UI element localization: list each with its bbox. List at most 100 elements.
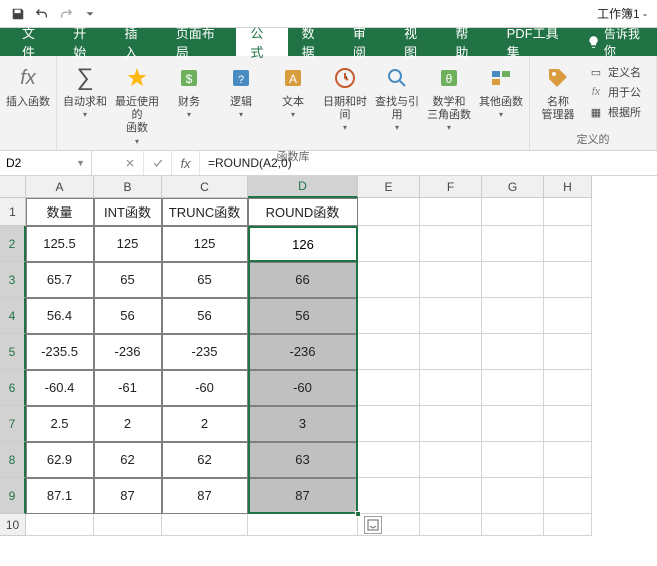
formula-input[interactable]: =ROUND(A2,0)	[200, 151, 657, 175]
cell-F10[interactable]	[420, 514, 482, 536]
row-header-6[interactable]: 6	[0, 370, 26, 406]
tab-5[interactable]: 数据	[288, 28, 339, 56]
redo-icon[interactable]	[54, 2, 78, 26]
cell-D9[interactable]: 87	[248, 478, 358, 514]
column-header-A[interactable]: A	[26, 176, 94, 198]
cell-C5[interactable]: -235	[162, 334, 248, 370]
name-manager-button[interactable]: 名称 管理器	[532, 60, 584, 122]
cell-E8[interactable]	[358, 442, 420, 478]
tab-2[interactable]: 插入	[111, 28, 162, 56]
cell-B10[interactable]	[94, 514, 162, 536]
more-functions-button[interactable]: 其他函数▾	[475, 60, 527, 119]
cell-H8[interactable]	[544, 442, 592, 478]
cell-G3[interactable]	[482, 262, 544, 298]
cell-E9[interactable]	[358, 478, 420, 514]
cell-H5[interactable]	[544, 334, 592, 370]
datetime-button[interactable]: 日期和时间▾	[319, 60, 371, 132]
text-function-button[interactable]: A 文本▾	[267, 60, 319, 119]
row-header-5[interactable]: 5	[0, 334, 26, 370]
column-header-B[interactable]: B	[94, 176, 162, 198]
cell-D6[interactable]: -60	[248, 370, 358, 406]
tab-9[interactable]: PDF工具集	[493, 28, 579, 56]
recent-functions-button[interactable]: 最近使用的 函数▾	[111, 60, 163, 146]
cell-F5[interactable]	[420, 334, 482, 370]
column-header-F[interactable]: F	[420, 176, 482, 198]
cell-C7[interactable]: 2	[162, 406, 248, 442]
row-header-9[interactable]: 9	[0, 478, 26, 514]
column-header-H[interactable]: H	[544, 176, 592, 198]
row-header-10[interactable]: 10	[0, 514, 26, 536]
row-header-7[interactable]: 7	[0, 406, 26, 442]
cancel-formula-button[interactable]	[116, 151, 144, 175]
row-header-2[interactable]: 2	[0, 226, 26, 262]
cell-H10[interactable]	[544, 514, 592, 536]
cell-A8[interactable]: 62.9	[26, 442, 94, 478]
define-name-button[interactable]: ▭定义名	[588, 62, 641, 82]
cell-F3[interactable]	[420, 262, 482, 298]
cell-C9[interactable]: 87	[162, 478, 248, 514]
logical-button[interactable]: ? 逻辑▾	[215, 60, 267, 119]
cell-H7[interactable]	[544, 406, 592, 442]
cell-F4[interactable]	[420, 298, 482, 334]
column-header-D[interactable]: D	[248, 176, 358, 198]
cell-H2[interactable]	[544, 226, 592, 262]
cell-F6[interactable]	[420, 370, 482, 406]
save-icon[interactable]	[6, 2, 30, 26]
cell-G1[interactable]	[482, 198, 544, 226]
cell-G5[interactable]	[482, 334, 544, 370]
row-header-4[interactable]: 4	[0, 298, 26, 334]
select-all-corner[interactable]	[0, 176, 26, 198]
tab-4[interactable]: 公式	[236, 28, 287, 56]
cell-G10[interactable]	[482, 514, 544, 536]
cell-F7[interactable]	[420, 406, 482, 442]
cell-B8[interactable]: 62	[94, 442, 162, 478]
cell-D5[interactable]: -236	[248, 334, 358, 370]
cell-B2[interactable]: 125	[94, 226, 162, 262]
cell-D10[interactable]	[248, 514, 358, 536]
cell-B7[interactable]: 2	[94, 406, 162, 442]
undo-icon[interactable]	[30, 2, 54, 26]
fx-button[interactable]: fx	[172, 151, 200, 175]
cell-C2[interactable]: 125	[162, 226, 248, 262]
cell-B1[interactable]: INT函数	[94, 198, 162, 226]
cell-H6[interactable]	[544, 370, 592, 406]
financial-button[interactable]: $ 财务▾	[163, 60, 215, 119]
cell-D8[interactable]: 63	[248, 442, 358, 478]
cell-G9[interactable]	[482, 478, 544, 514]
cell-F9[interactable]	[420, 478, 482, 514]
column-header-C[interactable]: C	[162, 176, 248, 198]
cell-F1[interactable]	[420, 198, 482, 226]
cell-A10[interactable]	[26, 514, 94, 536]
row-header-8[interactable]: 8	[0, 442, 26, 478]
tab-6[interactable]: 审阅	[339, 28, 390, 56]
cell-A5[interactable]: -235.5	[26, 334, 94, 370]
column-header-G[interactable]: G	[482, 176, 544, 198]
cell-B3[interactable]: 65	[94, 262, 162, 298]
cell-G8[interactable]	[482, 442, 544, 478]
cell-D4[interactable]: 56	[248, 298, 358, 334]
column-header-E[interactable]: E	[358, 176, 420, 198]
cell-F8[interactable]	[420, 442, 482, 478]
cell-B4[interactable]: 56	[94, 298, 162, 334]
tell-me[interactable]: 告诉我你	[587, 28, 649, 56]
tab-0[interactable]: 文件	[8, 28, 59, 56]
lookup-button[interactable]: 查找与引用▾	[371, 60, 423, 132]
cell-B9[interactable]: 87	[94, 478, 162, 514]
cell-grid[interactable]: 数量INT函数TRUNC函数ROUND函数125.512512512665.76…	[26, 198, 592, 536]
cell-E3[interactable]	[358, 262, 420, 298]
cell-A1[interactable]: 数量	[26, 198, 94, 226]
tab-8[interactable]: 帮助	[441, 28, 492, 56]
tab-1[interactable]: 开始	[59, 28, 110, 56]
cell-E4[interactable]	[358, 298, 420, 334]
create-from-selection-button[interactable]: ▦根据所	[588, 102, 641, 122]
cell-C8[interactable]: 62	[162, 442, 248, 478]
cell-H1[interactable]	[544, 198, 592, 226]
cell-G6[interactable]	[482, 370, 544, 406]
cell-B6[interactable]: -61	[94, 370, 162, 406]
math-button[interactable]: θ 数学和 三角函数▾	[423, 60, 475, 132]
cell-A7[interactable]: 2.5	[26, 406, 94, 442]
cell-C3[interactable]: 65	[162, 262, 248, 298]
cell-H9[interactable]	[544, 478, 592, 514]
cell-C10[interactable]	[162, 514, 248, 536]
cell-D7[interactable]: 3	[248, 406, 358, 442]
